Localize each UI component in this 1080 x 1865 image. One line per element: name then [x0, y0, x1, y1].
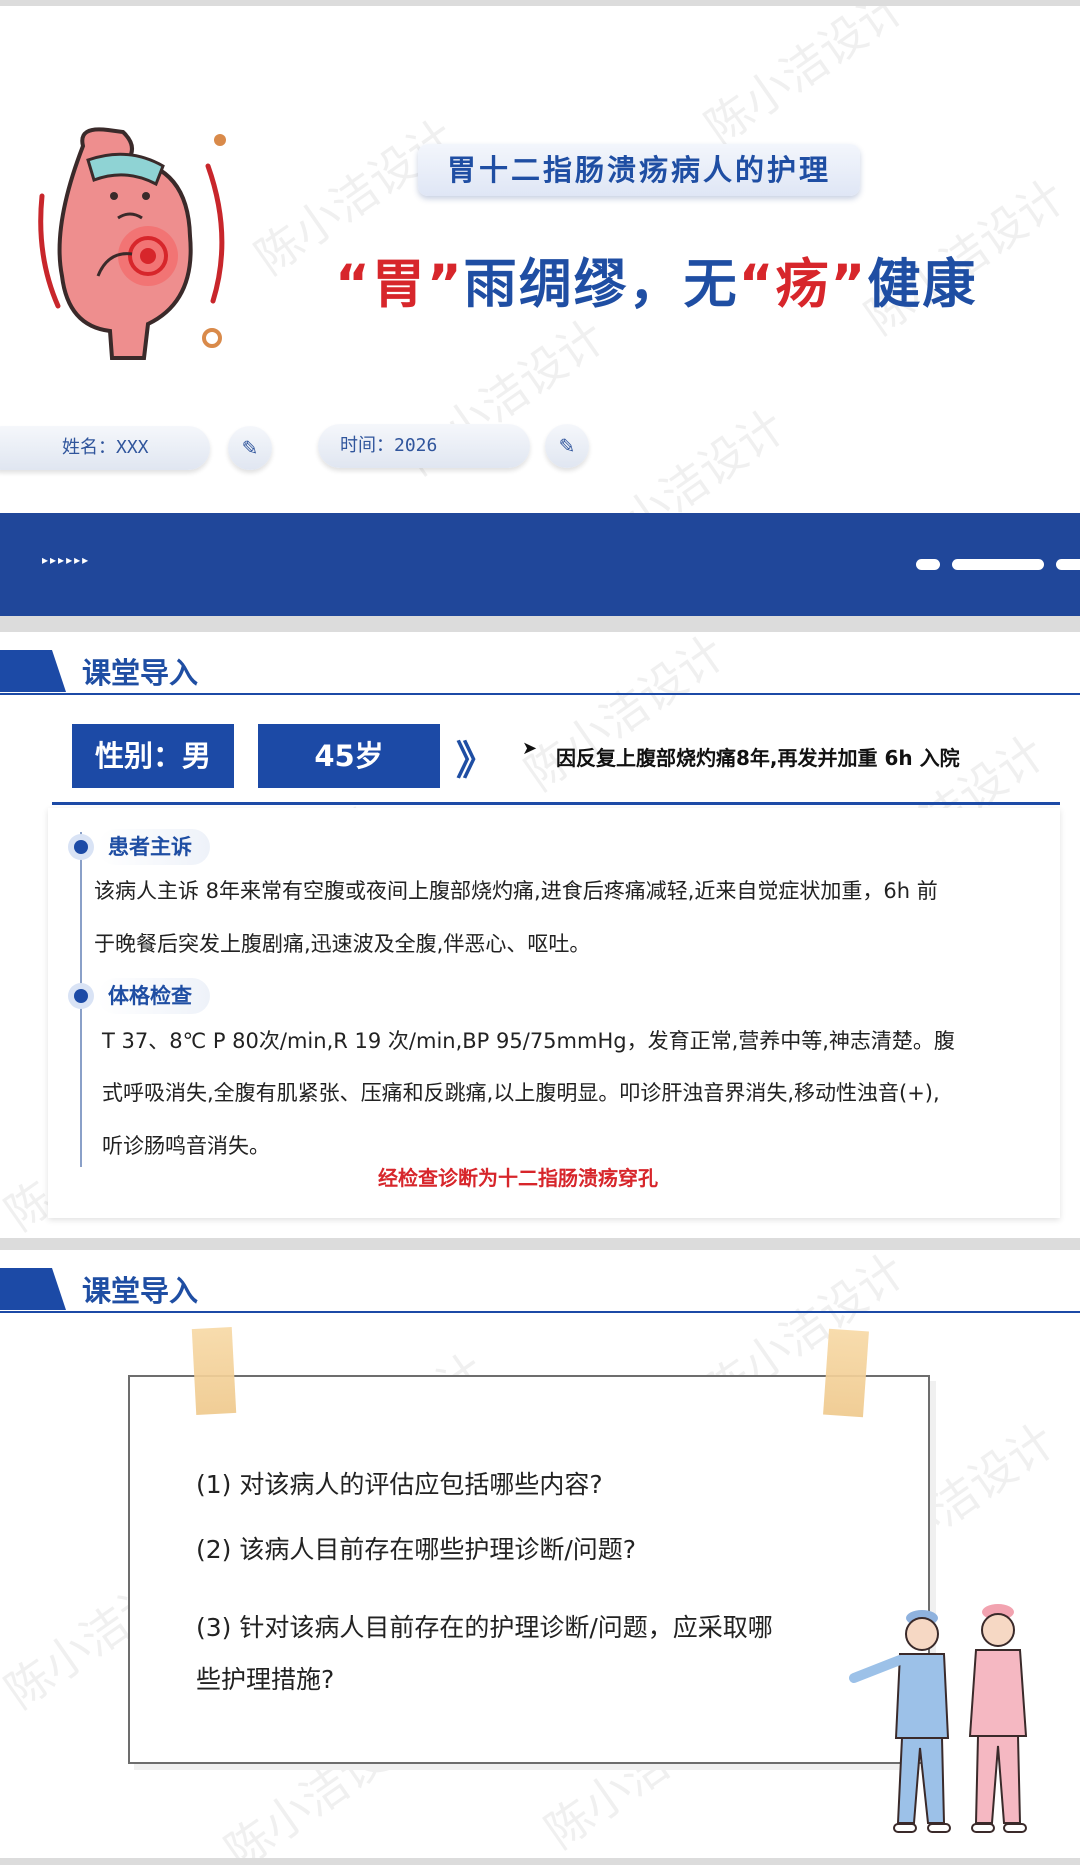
title-part-end: 健康 — [867, 254, 978, 315]
question-item: 些护理措施? — [196, 1665, 335, 1694]
complaint-line: 于晚餐后突发上腹剧痛,迅速波及全腹,伴恶心、呕吐。 — [94, 932, 591, 956]
question-item: (1) 对该病人的评估应包括哪些内容? — [196, 1470, 603, 1499]
question-card — [128, 1375, 930, 1764]
case-intro-slide: 陈小洁设计 陈小洁设计 陈小洁设计 陈小洁设计 陈小洁设计 陈小洁设计 课堂导入… — [0, 632, 1080, 1238]
tape-decoration — [823, 1328, 869, 1418]
bullet-dot-icon — [68, 834, 94, 860]
title-part-stomach: “胃” — [335, 254, 464, 315]
name-field: 姓名：XXX — [0, 426, 210, 470]
nurses-illustration — [849, 1604, 1028, 1833]
cover-slide: 陈小洁设计 陈小洁设计 陈小洁设计 陈小洁设计 陈小洁设计 胃十二指肠溃疡病人的… — [0, 6, 1080, 616]
dash-decoration — [1056, 559, 1080, 570]
bullet-dot-icon — [68, 983, 94, 1009]
blue-banner: ▸▸▸▸▸▸ — [0, 513, 1080, 616]
dash-decoration — [952, 559, 1044, 570]
title-part-middle: 雨绸缪，无 — [463, 254, 739, 315]
course-subtitle: 胃十二指肠溃疡病人的护理 — [418, 144, 860, 196]
double-arrow-icon: 》 — [456, 738, 496, 784]
tape-decoration — [191, 1327, 237, 1415]
question-item: (3) 针对该病人目前存在的护理诊断/问题，应采取哪 — [196, 1613, 773, 1642]
section-title: 课堂导入 — [82, 1274, 199, 1308]
watermark-text: 陈小洁设计 — [695, 6, 914, 155]
exam-line: 听诊肠鸣音消失。 — [102, 1134, 270, 1158]
diagnosis-text: 经检查诊断为十二指肠溃疡穿孔 — [378, 1166, 658, 1190]
gender-tag: 性别：男 — [72, 724, 234, 788]
exam-label: 体格检查 — [98, 978, 210, 1014]
section-title: 课堂导入 — [82, 656, 199, 690]
complaint-line: 该病人主诉 8年来常有空腹或夜间上腹部烧灼痛,进食后疼痛减轻,近来自觉症状加重，… — [94, 879, 938, 903]
title-part-ulcer: “疡” — [738, 254, 868, 315]
exam-line: 式呼吸消失,全腹有肌紧张、压痛和反跳痛,以上腹明显。叩诊肝浊音界消失,移动性浊音… — [102, 1081, 940, 1105]
divider — [52, 802, 1060, 805]
exam-line: T 37、8℃ P 80次/min,R 19 次/min,BP 95/75mmH… — [102, 1029, 955, 1053]
questions-slide: 陈小洁设计 陈小洁设计 陈小洁设计 陈小洁设计 陈小洁设计 陈小洁设计 课堂导入… — [0, 1250, 1080, 1858]
question-item: (2) 该病人目前存在哪些护理诊断/问题? — [196, 1535, 637, 1564]
dots-decoration: ▸▸▸▸▸▸ — [42, 553, 91, 567]
pencil-icon[interactable]: ✎ — [228, 426, 272, 470]
age-tag: 45岁 — [258, 724, 440, 788]
main-title: “胃”雨绸缪，无“疡”健康 — [335, 242, 1055, 318]
complaint-label: 患者主诉 — [98, 829, 210, 865]
pencil-icon[interactable]: ✎ — [545, 424, 589, 468]
arrow-bullet-icon: ➤ — [522, 738, 538, 759]
dash-decoration — [916, 559, 940, 570]
stomach-illustration — [38, 127, 226, 360]
time-field: 时间：2026 — [318, 424, 530, 468]
chief-complaint: 因反复上腹部烧灼痛8年,再发并加重 6h 入院 — [556, 746, 960, 770]
